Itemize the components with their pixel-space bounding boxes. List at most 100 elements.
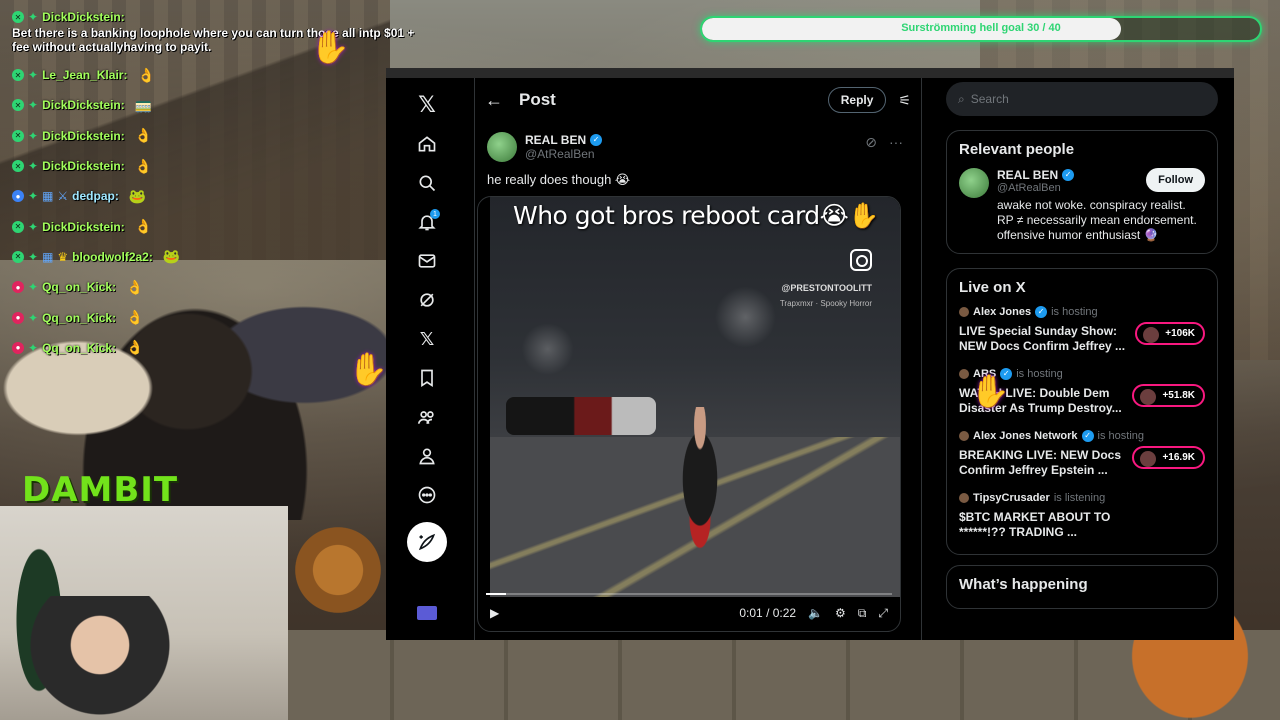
chat-row: ✕ ✦ Le_Jean_Klair: 👌 bbox=[12, 60, 442, 90]
video-progress-bar[interactable] bbox=[486, 593, 892, 595]
fullscreen-icon[interactable]: ⤢ bbox=[878, 606, 888, 621]
settings-icon[interactable]: ⚙ bbox=[835, 606, 846, 620]
search-icon[interactable] bbox=[412, 168, 442, 198]
right-sidebar: ⌕ Search Relevant people REAL BEN ✓ @AtRe… bbox=[946, 78, 1218, 609]
chat-emote: 🐸 bbox=[162, 248, 181, 265]
author-handle[interactable]: @AtRealBen bbox=[525, 147, 602, 161]
chat-username: bloodwolf2a2: bbox=[72, 249, 153, 264]
goal-label: Surströmming hell goal 30 / 40 bbox=[901, 22, 1061, 34]
instagram-icon bbox=[850, 249, 872, 271]
back-arrow-icon[interactable]: ← bbox=[485, 90, 519, 111]
dambit-logo: DAMBIT bbox=[22, 470, 179, 510]
chat-emote: 👌 bbox=[126, 339, 144, 356]
diamond-badge-icon: ✦ bbox=[28, 189, 39, 204]
goal-bar: Surströmming hell goal 30 / 40 bbox=[700, 16, 1262, 42]
diamond-badge-icon: ✦ bbox=[28, 280, 39, 295]
live-on-x-card: Live on X Alex Jones ✓ is hosting LIVE Spe… bbox=[946, 268, 1218, 555]
badge-icon: ● bbox=[12, 190, 24, 203]
stream-chat: ✕ ✦ DickDickstein: Bet there is a bankin… bbox=[12, 8, 442, 363]
chat-row: ✕ ✦ DickDickstein: 🚃 bbox=[12, 90, 442, 120]
picture-in-picture-icon[interactable]: ⧉ bbox=[858, 606, 867, 621]
chat-row: ● ✦ Qq_on_Kick: 👌 bbox=[12, 272, 442, 302]
author-avatar[interactable] bbox=[487, 132, 517, 162]
x-sidebar-nav: 𝕏 1 𝕏 bbox=[386, 78, 468, 640]
chat-username: Le_Jean_Klair: bbox=[42, 68, 128, 83]
diamond-badge-icon: ✦ bbox=[28, 128, 39, 143]
volume-icon[interactable]: 🔈 bbox=[808, 606, 823, 620]
relevant-person[interactable]: REAL BEN ✓ @AtRealBen awake not woke. con… bbox=[959, 168, 1205, 243]
video-watermark-handle: @PRESTONTOOLITT bbox=[781, 283, 872, 293]
chat-message: Bet there is a banking loophole where yo… bbox=[12, 26, 415, 54]
host-avatar bbox=[959, 307, 969, 317]
live-title: Live on X bbox=[959, 279, 1026, 296]
chat-emote: 👌 bbox=[134, 157, 153, 174]
communities-icon[interactable] bbox=[412, 402, 442, 432]
video-frame[interactable]: Who got bros reboot card😭✋ @PRESTONTOOLI… bbox=[490, 197, 900, 597]
sliders-icon[interactable]: ⚟ bbox=[898, 92, 911, 109]
live-item[interactable]: TipsyCrusader is listening $BTC MARKET AB… bbox=[959, 492, 1205, 540]
live-item[interactable]: Alex Jones Network ✓ is hosting BREAKING L… bbox=[959, 430, 1205, 478]
chat-username: Qq_on_Kick: bbox=[42, 340, 117, 355]
relevant-name[interactable]: REAL BEN bbox=[997, 168, 1058, 182]
grok-icon[interactable]: ⊘ bbox=[865, 134, 877, 151]
host-avatar bbox=[959, 493, 969, 503]
compose-post-button[interactable] bbox=[407, 522, 447, 562]
chat-emote: 🐸 bbox=[128, 187, 147, 204]
chat-emote: 👌 bbox=[126, 309, 144, 326]
verified-badge-icon: ✓ bbox=[1035, 306, 1048, 318]
tier-badge-icon: ▦ bbox=[42, 249, 54, 264]
host-status: is hosting bbox=[1016, 368, 1063, 380]
live-count-pill[interactable]: +51.8K bbox=[1132, 384, 1205, 407]
sword-badge-icon: ⚔ bbox=[57, 189, 69, 204]
video-progress-fill bbox=[486, 593, 507, 595]
video-time: 0:01 / 0:22 bbox=[739, 606, 797, 620]
whats-happening-card[interactable]: What’s happening bbox=[946, 565, 1218, 609]
reply-button[interactable]: Reply bbox=[827, 87, 887, 113]
chat-username: DickDickstein: bbox=[42, 128, 125, 143]
diamond-badge-icon: ✦ bbox=[28, 249, 39, 264]
more-icon[interactable] bbox=[412, 480, 442, 510]
relevant-people-card: Relevant people REAL BEN ✓ @AtRealBen awa… bbox=[946, 130, 1218, 254]
live-count-pill[interactable]: +16.9K bbox=[1132, 446, 1205, 469]
post-text: he really does though 😭 bbox=[487, 172, 631, 187]
chat-username: Qq_on_Kick: bbox=[42, 310, 117, 325]
badge-icon: ✕ bbox=[12, 250, 24, 263]
bookmarks-icon[interactable] bbox=[412, 363, 442, 393]
live-item[interactable]: Alex Jones ✓ is hosting LIVE Special Sunda… bbox=[959, 306, 1205, 354]
home-icon[interactable] bbox=[412, 129, 442, 159]
chat-username: dedpap: bbox=[72, 189, 119, 204]
x-logo-icon[interactable]: 𝕏 bbox=[412, 90, 442, 120]
play-icon[interactable]: ▶ bbox=[490, 606, 499, 620]
host-name: Alex Jones Network bbox=[973, 430, 1078, 442]
relevant-avatar[interactable] bbox=[959, 168, 989, 198]
page-title: Post bbox=[519, 90, 556, 109]
badge-icon: ✕ bbox=[12, 129, 24, 142]
chat-username: Qq_on_Kick: bbox=[42, 280, 117, 295]
host-status: is hosting bbox=[1097, 430, 1145, 442]
profile-icon[interactable] bbox=[412, 441, 442, 471]
chat-emote: 👌 bbox=[137, 66, 155, 83]
hand-emote-icon: ✋ bbox=[970, 373, 1010, 409]
follow-button[interactable]: Follow bbox=[1146, 168, 1205, 192]
grok-icon[interactable] bbox=[412, 285, 442, 315]
video-player[interactable]: Who got bros reboot card😭✋ @PRESTONTOOLI… bbox=[477, 196, 901, 632]
live-count-pill[interactable]: +106K bbox=[1135, 322, 1205, 345]
notifications-icon[interactable]: 1 bbox=[412, 207, 442, 237]
more-options-icon[interactable]: ··· bbox=[889, 134, 903, 151]
messages-icon[interactable] bbox=[412, 246, 442, 276]
diamond-badge-icon: ✦ bbox=[28, 219, 39, 234]
post-column: ← Post Reply ⚟ REAL BEN ✓ @AtRealBen ⊘ ··… bbox=[474, 78, 922, 640]
diamond-badge-icon: ✦ bbox=[28, 310, 39, 325]
host-avatar bbox=[959, 431, 969, 441]
relevant-people-title: Relevant people bbox=[959, 141, 1075, 158]
diamond-badge-icon: ✦ bbox=[28, 10, 39, 24]
premium-x-icon[interactable]: 𝕏 bbox=[412, 324, 442, 354]
host-status: is hosting bbox=[1051, 306, 1098, 318]
author-name[interactable]: REAL BEN bbox=[525, 133, 586, 147]
account-avatar[interactable] bbox=[417, 606, 437, 620]
search-input[interactable]: ⌕ Search bbox=[946, 82, 1218, 116]
chat-username: DickDickstein: bbox=[42, 98, 125, 113]
x-browser-window: 𝕏 1 𝕏 ← Post Reply ⚟ REAL BEN ✓ @AtRealB… bbox=[386, 68, 1234, 640]
chat-row: ✕ ✦ DickDickstein: 👌 bbox=[12, 121, 442, 151]
search-icon: ⌕ bbox=[958, 91, 965, 106]
